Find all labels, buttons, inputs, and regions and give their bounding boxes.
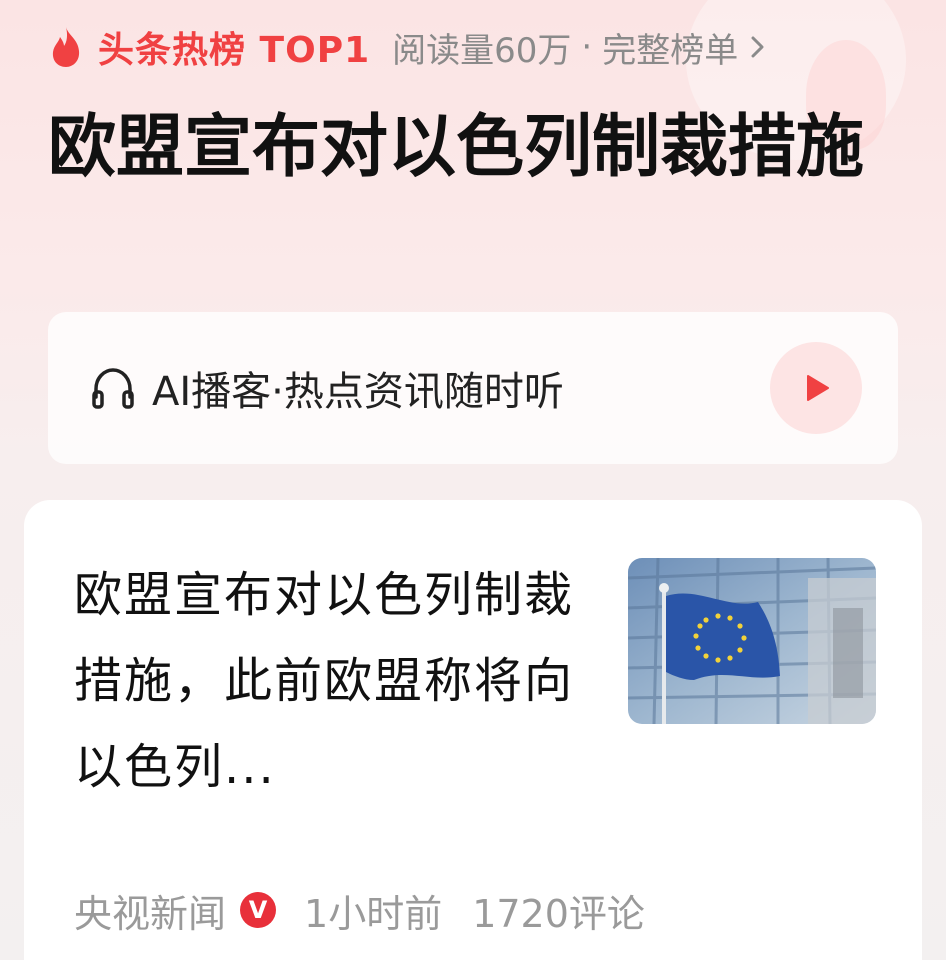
podcast-label: AI播客·热点资讯随时听 (152, 369, 564, 415)
read-count: 阅读量60万 (392, 30, 572, 71)
ai-podcast-bar[interactable]: AI播客·热点资讯随时听 (48, 312, 898, 464)
article-meta: 央视新闻 V 1小时前 1720评论 (74, 880, 645, 940)
separator-dot: · (581, 27, 593, 67)
page-title: 欧盟宣布对以色列制裁措施 (48, 108, 865, 187)
article-title[interactable]: 欧盟宣布对以色列制裁措施，此前欧盟称将向以色列... (74, 552, 594, 810)
headphones-icon (92, 368, 134, 409)
play-button[interactable] (770, 342, 862, 434)
play-icon (807, 375, 829, 401)
comment-count[interactable]: 1720评论 (472, 883, 645, 938)
news-card[interactable]: 欧盟宣布对以色列制裁措施，此前欧盟称将向以色列... 央视新闻 V 1小时前 1… (24, 500, 922, 960)
hot-list-label: 头条热榜 TOP1 (98, 30, 371, 71)
eu-flag-image (628, 558, 876, 724)
hot-list-bar[interactable]: 头条热榜 TOP1 阅读量60万 · 完整榜单 (46, 22, 768, 72)
verified-badge-icon: V (240, 892, 277, 928)
article-thumbnail[interactable] (628, 558, 876, 724)
flame-icon (52, 27, 80, 67)
full-list-link[interactable]: 完整榜单 (602, 23, 738, 72)
article-time: 1小时前 (304, 891, 443, 936)
chevron-right-icon[interactable] (748, 32, 768, 62)
article-source[interactable]: 央视新闻 (74, 883, 226, 938)
